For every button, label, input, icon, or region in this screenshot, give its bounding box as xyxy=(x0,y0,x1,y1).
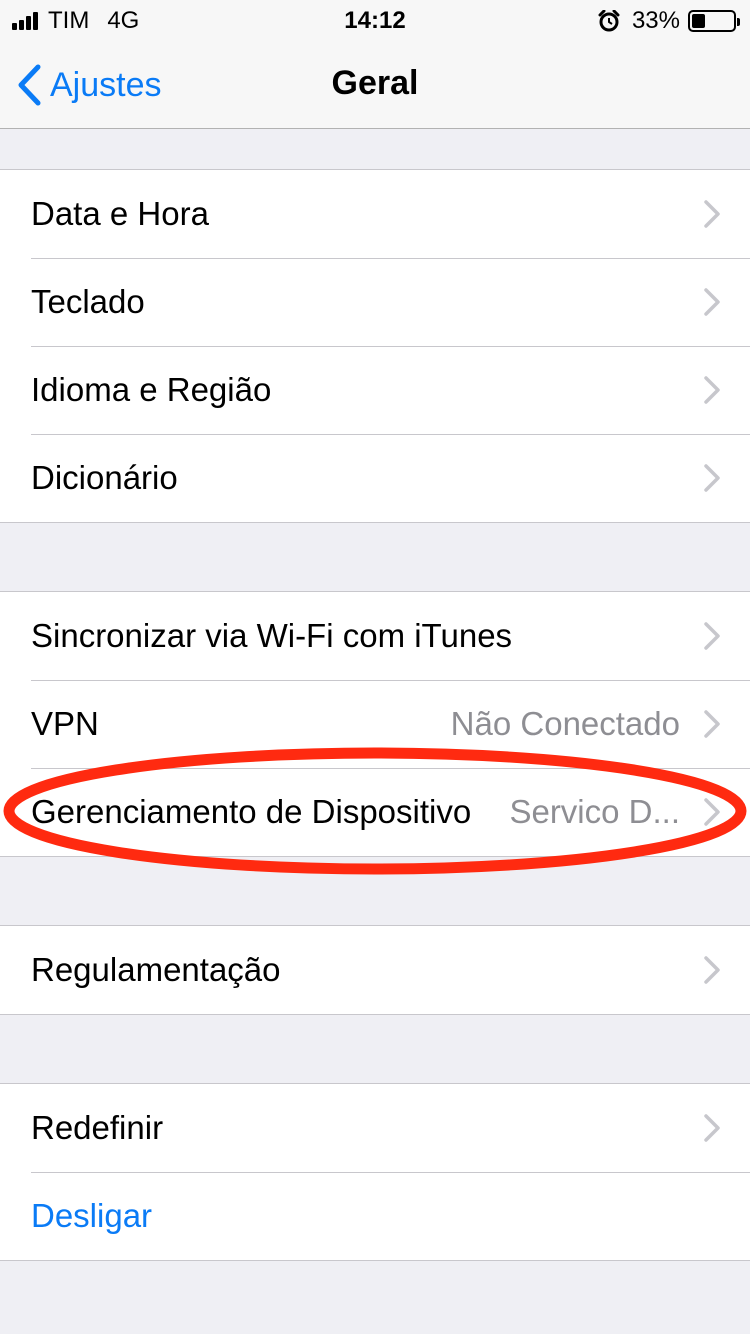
row-vpn[interactable]: VPN Não Conectado xyxy=(0,680,750,768)
row-idioma-e-regiao[interactable]: Idioma e Região xyxy=(0,346,750,434)
chevron-right-icon xyxy=(704,464,720,492)
row-label: Redefinir xyxy=(31,1109,164,1146)
chevron-right-icon xyxy=(704,200,720,228)
row-label: VPN xyxy=(31,705,99,742)
chevron-right-icon xyxy=(704,956,720,984)
battery-icon xyxy=(688,10,740,32)
settings-group-2: Sincronizar via Wi-Fi com iTunes VPN Não… xyxy=(0,591,750,857)
row-label: Idioma e Região xyxy=(31,371,272,408)
chevron-right-icon xyxy=(704,798,720,826)
row-label: Desligar xyxy=(31,1197,153,1234)
chevron-right-icon xyxy=(704,376,720,404)
chevron-right-icon xyxy=(704,710,720,738)
nav-bar: Ajustes Geral xyxy=(0,40,750,129)
settings-group-4: Redefinir Desligar xyxy=(0,1083,750,1261)
row-value: Servico D... xyxy=(509,793,680,830)
row-regulamentacao[interactable]: Regulamentação xyxy=(0,926,750,1014)
row-label: Gerenciamento de Dispositivo xyxy=(31,793,472,830)
settings-group-1: Data e Hora Teclado Idioma e Região Dici… xyxy=(0,169,750,523)
battery-tip xyxy=(737,18,740,26)
chevron-right-icon xyxy=(704,288,720,316)
battery-level xyxy=(692,14,705,28)
row-gerenciamento-de-dispositivo[interactable]: Gerenciamento de Dispositivo Servico D..… xyxy=(0,768,750,856)
row-label: Sincronizar via Wi-Fi com iTunes xyxy=(31,617,513,654)
row-data-e-hora[interactable]: Data e Hora xyxy=(0,170,750,258)
status-bar: TIM 4G 14:12 33% xyxy=(0,0,750,40)
settings-group-3: Regulamentação xyxy=(0,925,750,1015)
chevron-right-icon xyxy=(704,1114,720,1142)
row-label: Regulamentação xyxy=(31,951,281,988)
row-label: Data e Hora xyxy=(31,195,209,232)
row-value: Não Conectado xyxy=(450,705,680,742)
row-label: Dicionário xyxy=(31,459,178,496)
chevron-right-icon xyxy=(704,622,720,650)
page-title: Geral xyxy=(331,64,419,102)
battery-percent: 33% xyxy=(631,7,680,34)
alarm-icon xyxy=(598,10,620,32)
row-label: Teclado xyxy=(31,283,145,320)
row-teclado[interactable]: Teclado xyxy=(0,258,750,346)
row-dicionario[interactable]: Dicionário xyxy=(0,434,750,522)
row-redefinir[interactable]: Redefinir xyxy=(0,1084,750,1172)
row-sincronizar-wifi-itunes[interactable]: Sincronizar via Wi-Fi com iTunes xyxy=(0,592,750,680)
row-desligar[interactable]: Desligar xyxy=(0,1172,750,1260)
status-right: 33% xyxy=(598,7,740,35)
